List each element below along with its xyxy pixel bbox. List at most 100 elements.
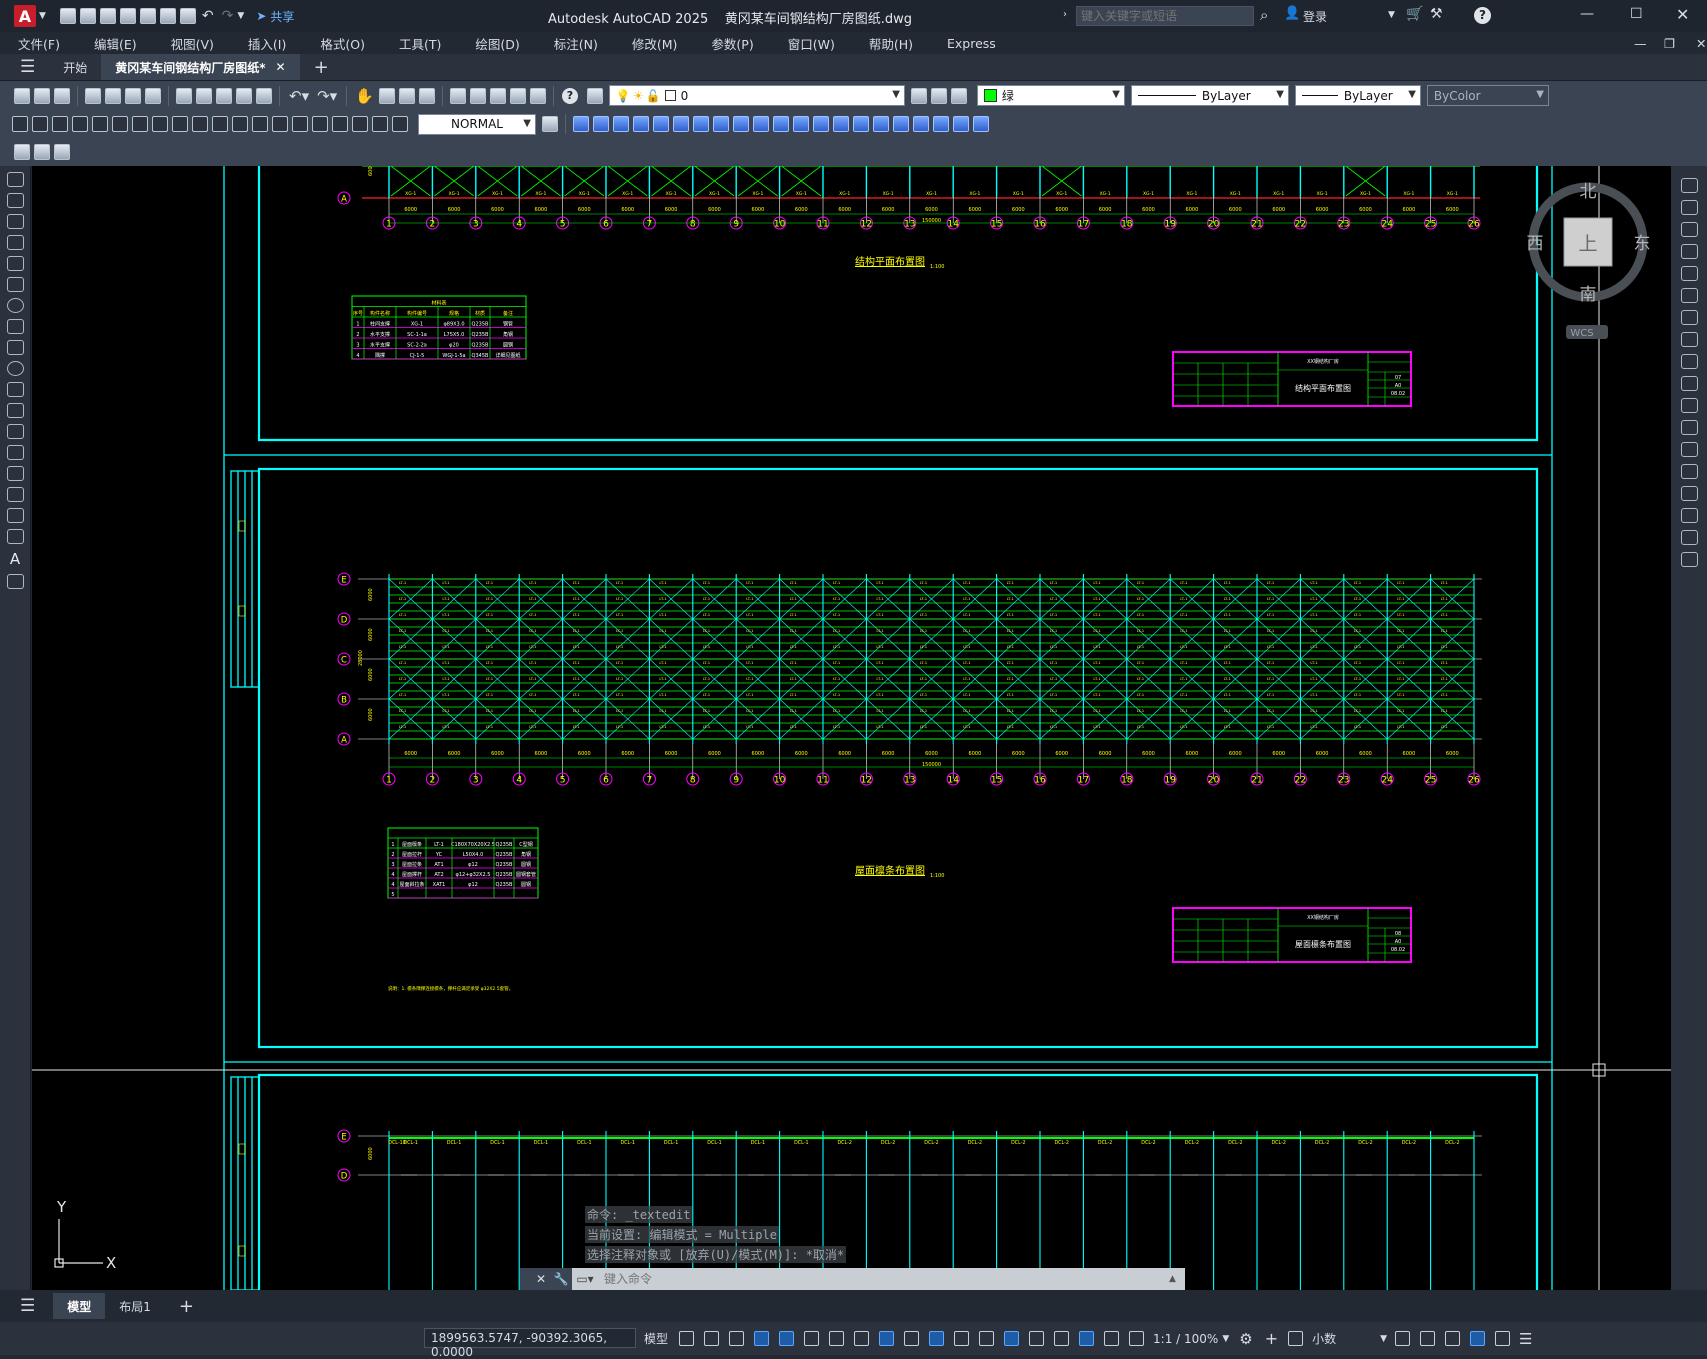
command-scroll-icon[interactable]: ▲ <box>1169 1274 1185 1284</box>
layer-on-icon[interactable]: 💡 <box>616 89 631 103</box>
units-icon[interactable] <box>1288 1331 1304 1346</box>
annotation-scale-value[interactable]: 1:1 / 100% <box>1153 1332 1218 1346</box>
viewcube-east-label[interactable]: 东 <box>1634 234 1651 254</box>
lineweight-dropdown[interactable]: ByLayer ▼ <box>1294 85 1421 106</box>
copy-right-icon[interactable] <box>1680 200 1698 215</box>
spline-icon[interactable] <box>6 340 24 355</box>
search-chevron-icon[interactable]: › <box>1063 9 1067 20</box>
model-space-button[interactable]: 模型 <box>644 1330 668 1347</box>
lineweight-icon[interactable] <box>904 1331 920 1346</box>
angular-dim-icon[interactable] <box>152 116 168 132</box>
move-icon[interactable] <box>653 116 669 132</box>
rectangle-icon[interactable] <box>6 256 24 271</box>
point-icon[interactable] <box>6 445 24 460</box>
quick-dim-icon[interactable] <box>172 116 188 132</box>
ortho-icon[interactable] <box>779 1331 795 1346</box>
design-center-icon[interactable] <box>469 87 486 104</box>
menu-parametric[interactable]: 参数(P) <box>693 34 769 53</box>
annotation-scale-icon[interactable] <box>1129 1331 1145 1346</box>
layout-menu-icon[interactable]: ☰ <box>20 1296 35 1316</box>
close-icon[interactable]: ✕ <box>1676 5 1689 24</box>
auto-scale-icon[interactable] <box>1104 1331 1120 1346</box>
rotate-right-icon[interactable] <box>1680 310 1698 325</box>
save-web-icon[interactable] <box>159 8 176 24</box>
help-toolbar-icon[interactable]: ? <box>561 87 578 104</box>
reverse-icon[interactable] <box>953 116 969 132</box>
color-dropdown[interactable]: 绿 ▼ <box>976 85 1125 106</box>
array-icon[interactable] <box>633 116 649 132</box>
menu-edit[interactable]: 编辑(E) <box>76 34 153 53</box>
break-right-icon[interactable] <box>1680 442 1698 457</box>
stretch-right-icon[interactable] <box>1680 354 1698 369</box>
menu-draw[interactable]: 绘图(D) <box>457 34 535 53</box>
zoom-window-icon[interactable] <box>398 87 415 104</box>
save-toolbar-icon[interactable] <box>54 87 70 104</box>
clean-screen-icon[interactable] <box>1495 1331 1511 1346</box>
hatch-icon[interactable] <box>6 466 24 481</box>
viewcube-svg[interactable]: 上 北 南 西 东 WCS <box>1520 170 1670 360</box>
quick-access-customize-icon[interactable]: ▼ <box>237 11 244 21</box>
login-button[interactable]: 登录 <box>1303 8 1327 25</box>
pan-icon[interactable]: ✋ <box>355 87 374 105</box>
zoom-realtime-icon[interactable] <box>378 87 395 104</box>
annotation-visibility-icon[interactable] <box>1079 1331 1095 1346</box>
layer-tools-icon[interactable] <box>54 144 70 160</box>
command-line-grip[interactable] <box>520 1268 532 1290</box>
ordinate-dim-icon[interactable] <box>72 116 88 132</box>
make-block-icon[interactable] <box>6 424 24 439</box>
drawing-canvas[interactable]: A 6000 XG-1 XG-1 XG-1 XG-1 XG-1 XG-1 XG-1 XG-1 XG-… <box>32 166 1671 1290</box>
isodraft-icon[interactable] <box>829 1331 845 1346</box>
dim-text-edit-icon[interactable] <box>372 116 388 132</box>
break-icon[interactable] <box>793 116 809 132</box>
save-as-icon[interactable] <box>119 8 136 24</box>
undo-icon[interactable]: ↶ <box>202 8 214 24</box>
align-icon[interactable] <box>933 116 949 132</box>
minimize-icon[interactable]: — <box>1580 6 1594 22</box>
dim-update-icon[interactable] <box>392 116 408 132</box>
tab-model[interactable]: 模型 <box>53 1293 106 1319</box>
layer-freeze-icon[interactable]: ☀ <box>633 89 644 103</box>
offset-right-icon[interactable] <box>1680 244 1698 259</box>
layer-previous-icon[interactable] <box>930 87 947 104</box>
scale-right-icon[interactable] <box>1680 332 1698 347</box>
grid-icon[interactable] <box>679 1331 695 1346</box>
snap-icon[interactable] <box>704 1331 720 1346</box>
viewcube-south-label[interactable]: 南 <box>1580 285 1597 305</box>
open-file-icon[interactable] <box>79 8 96 24</box>
baseline-dim-icon[interactable] <box>192 116 208 132</box>
title-block-1[interactable]: XX钢结构厂房结构平面布置图 07 A0 08.02 <box>1172 351 1412 407</box>
object-snap-icon[interactable] <box>879 1331 895 1346</box>
polygon-icon[interactable] <box>6 235 24 250</box>
make-current-layer-icon[interactable] <box>910 87 927 104</box>
region-icon[interactable] <box>6 508 24 523</box>
match-properties-icon[interactable] <box>236 87 252 104</box>
lengthen-icon[interactable] <box>913 116 929 132</box>
linetype-dropdown[interactable]: ByLayer ▼ <box>1130 85 1289 106</box>
autodesk-app-icon[interactable]: ⚒ <box>1430 6 1443 22</box>
object-snap-tracking-icon[interactable] <box>854 1331 870 1346</box>
annotation-monitor-icon[interactable]: + <box>1265 1329 1278 1348</box>
save-icon[interactable] <box>99 8 116 24</box>
tab-close-icon[interactable]: ✕ <box>276 60 286 74</box>
open-web-icon[interactable] <box>139 8 156 24</box>
revision-cloud-icon[interactable] <box>6 319 24 334</box>
infer-constraints-icon[interactable] <box>729 1331 745 1346</box>
move-right-icon[interactable] <box>1680 288 1698 303</box>
app-menu-chevron-icon[interactable]: ▼ <box>39 11 46 21</box>
extend-icon[interactable] <box>773 116 789 132</box>
share-button[interactable]: 共享 <box>270 8 294 25</box>
coordinates-readout[interactable]: 1899563.5747, -90392.3065, 0.0000 <box>424 1328 636 1359</box>
trim-icon[interactable] <box>753 116 769 132</box>
block-editor-icon[interactable] <box>256 87 272 104</box>
drawing-svg[interactable]: A 6000 XG-1 XG-1 XG-1 XG-1 XG-1 XG-1 XG-1 XG-1 XG-… <box>32 166 1671 1290</box>
material-table-2[interactable]: 1 屋面檩条 LT-1 C180X70X20X2.5 Q235B C型钢2 屋面拉杆 YC L5… <box>387 827 539 899</box>
blend-right-icon[interactable] <box>1680 530 1698 545</box>
menu-express[interactable]: Express <box>929 36 1012 51</box>
diameter-dim-icon[interactable] <box>132 116 148 132</box>
new-tab-icon[interactable]: + <box>314 57 329 78</box>
share-icon[interactable]: ➤ <box>256 9 266 23</box>
workspace-gear-icon[interactable]: ⚙ <box>1239 1330 1252 1348</box>
qnew-icon[interactable] <box>14 87 30 104</box>
print-icon[interactable] <box>85 87 101 104</box>
stretch-icon[interactable] <box>733 116 749 132</box>
